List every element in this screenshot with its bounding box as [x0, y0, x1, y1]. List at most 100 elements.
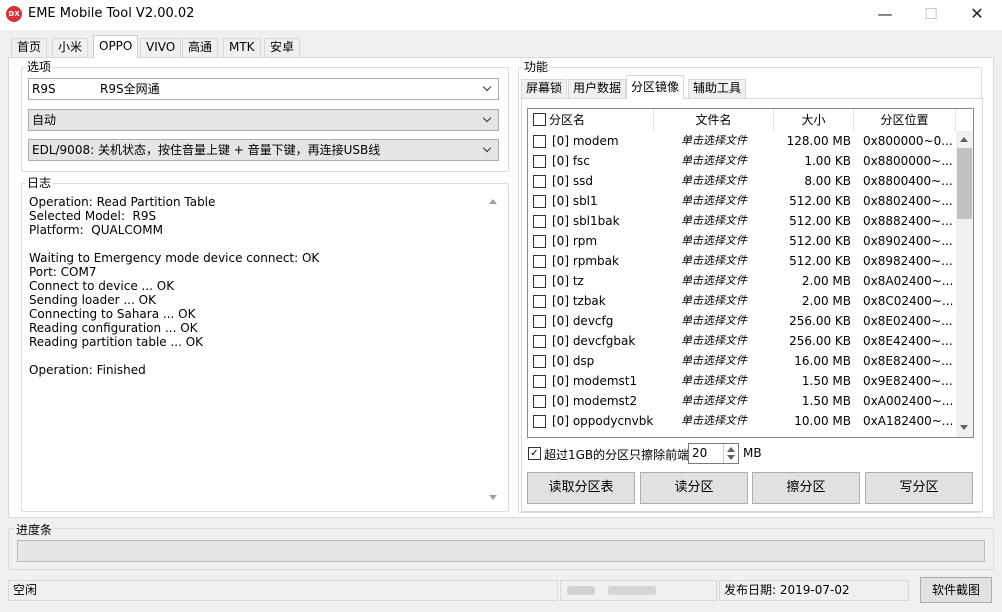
- screenshot-button[interactable]: 软件截图: [920, 577, 992, 603]
- table-row[interactable]: [0] sbl1bak 单击选择文件 512.00 KB 0x8882400~...: [528, 211, 956, 231]
- scroll-up-icon[interactable]: [489, 199, 497, 204]
- tab-xiaomi[interactable]: 小米: [52, 38, 89, 57]
- model-select[interactable]: R9S R9S全网通: [28, 78, 499, 100]
- select-all-checkbox[interactable]: [533, 113, 546, 126]
- file-select-link[interactable]: 单击选择文件: [681, 251, 747, 271]
- blurred-user-value: [608, 586, 656, 595]
- table-row[interactable]: [0] rpmbak 单击选择文件 512.00 KB 0x8982400~...: [528, 251, 956, 271]
- file-select-link[interactable]: 单击选择文件: [681, 131, 747, 151]
- partition-location: 0x8E42400~...: [863, 334, 953, 348]
- maximize-button[interactable]: ☐: [908, 0, 954, 30]
- tab-qualcomm[interactable]: 高通: [182, 38, 219, 57]
- erase-limit-checkbox[interactable]: ✓: [528, 447, 541, 460]
- table-row[interactable]: [0] tz 单击选择文件 2.00 MB 0x8A02400~...: [528, 271, 956, 291]
- partition-location: 0x8800400~...: [863, 174, 953, 188]
- table-row[interactable]: [0] tzbak 单击选择文件 2.00 MB 0x8C02400~...: [528, 291, 956, 311]
- erase-limit-spinner[interactable]: [723, 444, 738, 463]
- row-checkbox[interactable]: [533, 195, 546, 208]
- row-checkbox[interactable]: [533, 355, 546, 368]
- tab-home[interactable]: 首页: [11, 38, 48, 57]
- spin-down-icon[interactable]: [727, 455, 735, 460]
- tab-oppo[interactable]: OPPO: [93, 35, 139, 58]
- partition-name: [0] ssd: [552, 174, 593, 188]
- tab-mtk[interactable]: MTK: [223, 38, 261, 57]
- row-checkbox[interactable]: [533, 135, 546, 148]
- subtab-partition-image[interactable]: 分区镜像: [626, 75, 685, 99]
- blurred-user-label: [567, 586, 595, 595]
- log-output[interactable]: Operation: Read Partition Table Selected …: [29, 195, 489, 505]
- table-row[interactable]: [0] fsc 单击选择文件 1.00 KB 0x8800000~...: [528, 151, 956, 171]
- minimize-button[interactable]: —: [862, 0, 908, 30]
- column-header-name[interactable]: 分区名: [528, 109, 654, 131]
- scroll-down-icon[interactable]: [960, 425, 968, 430]
- log-scrollbar[interactable]: [485, 193, 502, 508]
- file-select-link[interactable]: 单击选择文件: [681, 291, 747, 311]
- row-checkbox[interactable]: [533, 155, 546, 168]
- row-checkbox[interactable]: [533, 255, 546, 268]
- partition-location: 0x8800000~...: [863, 154, 953, 168]
- partition-name: [0] modem: [552, 134, 619, 148]
- subtab-tools[interactable]: 辅助工具: [688, 79, 747, 98]
- spin-up-icon[interactable]: [727, 447, 735, 452]
- read-partition-table-button[interactable]: 读取分区表: [527, 472, 635, 504]
- file-select-link[interactable]: 单击选择文件: [681, 191, 747, 211]
- subtab-screen-lock[interactable]: 屏幕锁: [521, 79, 568, 98]
- partition-location: 0x800000~0...: [863, 134, 953, 148]
- file-select-link[interactable]: 单击选择文件: [681, 231, 747, 251]
- file-select-link[interactable]: 单击选择文件: [681, 211, 747, 231]
- column-header-file[interactable]: 文件名: [654, 109, 774, 131]
- log-line: Connecting to Sahara ... OK: [29, 307, 196, 321]
- column-header-size[interactable]: 大小: [774, 109, 854, 131]
- table-row[interactable]: [0] sbl1 单击选择文件 512.00 KB 0x8802400~...: [528, 191, 956, 211]
- list-scrollbar[interactable]: [956, 131, 973, 437]
- log-line: Operation: Finished: [29, 363, 146, 377]
- erase-partition-button[interactable]: 擦分区: [752, 472, 860, 504]
- table-row[interactable]: [0] modemst2 单击选择文件 1.50 MB 0xA002400~...: [528, 391, 956, 411]
- table-row[interactable]: [0] devcfgbak 单击选择文件 256.00 KB 0x8E42400~..…: [528, 331, 956, 351]
- table-row[interactable]: [0] oppodycnvbk 单击选择文件 10.00 MB 0xA182400~.…: [528, 411, 956, 431]
- file-select-link[interactable]: 单击选择文件: [681, 311, 747, 331]
- row-checkbox[interactable]: [533, 175, 546, 188]
- row-checkbox[interactable]: [533, 315, 546, 328]
- file-select-link[interactable]: 单击选择文件: [681, 271, 747, 291]
- column-header-location[interactable]: 分区位置: [854, 109, 956, 131]
- row-checkbox[interactable]: [533, 275, 546, 288]
- row-checkbox[interactable]: [533, 295, 546, 308]
- row-checkbox[interactable]: [533, 235, 546, 248]
- file-select-link[interactable]: 单击选择文件: [681, 351, 747, 371]
- table-row[interactable]: [0] devcfg 单击选择文件 256.00 KB 0x8E02400~...: [528, 311, 956, 331]
- tab-vivo[interactable]: VIVO: [140, 38, 182, 57]
- file-select-link[interactable]: 单击选择文件: [681, 171, 747, 191]
- row-checkbox[interactable]: [533, 375, 546, 388]
- status-user-cell: [560, 580, 717, 601]
- file-select-link[interactable]: 单击选择文件: [681, 391, 747, 411]
- row-checkbox[interactable]: [533, 215, 546, 228]
- file-select-link[interactable]: 单击选择文件: [681, 151, 747, 171]
- mode-select[interactable]: 自动: [28, 109, 499, 131]
- file-select-link[interactable]: 单击选择文件: [681, 411, 747, 431]
- read-partition-button[interactable]: 读分区: [640, 472, 748, 504]
- write-partition-button[interactable]: 写分区: [865, 472, 973, 504]
- subtab-user-data[interactable]: 用户数据: [568, 79, 627, 98]
- table-row[interactable]: [0] rpm 单击选择文件 512.00 KB 0x8902400~...: [528, 231, 956, 251]
- row-checkbox[interactable]: [533, 335, 546, 348]
- scroll-down-icon[interactable]: [489, 495, 497, 500]
- table-row[interactable]: [0] modem 单击选择文件 128.00 MB 0x800000~0...: [528, 131, 956, 151]
- file-select-link[interactable]: 单击选择文件: [681, 371, 747, 391]
- row-checkbox[interactable]: [533, 395, 546, 408]
- chevron-down-icon: [483, 140, 493, 160]
- partition-name: [0] dsp: [552, 354, 595, 368]
- row-checkbox[interactable]: [533, 415, 546, 428]
- close-button[interactable]: ✕: [954, 0, 1000, 30]
- progress-bar: [17, 540, 985, 562]
- table-row[interactable]: [0] dsp 单击选择文件 16.00 MB 0x8E82400~...: [528, 351, 956, 371]
- scroll-thumb[interactable]: [957, 148, 972, 219]
- partition-name: [0] sbl1: [552, 194, 598, 208]
- model-name: R9S全网通: [100, 82, 160, 96]
- file-select-link[interactable]: 单击选择文件: [681, 331, 747, 351]
- connection-select[interactable]: EDL/9008: 关机状态，按住音量上键 + 音量下键，再连接USB线: [28, 139, 499, 161]
- tab-android[interactable]: 安卓: [264, 38, 301, 57]
- table-row[interactable]: [0] ssd 单击选择文件 8.00 KB 0x8800400~...: [528, 171, 956, 191]
- table-row[interactable]: [0] modemst1 单击选择文件 1.50 MB 0x9E82400~...: [528, 371, 956, 391]
- scroll-up-icon[interactable]: [960, 137, 968, 142]
